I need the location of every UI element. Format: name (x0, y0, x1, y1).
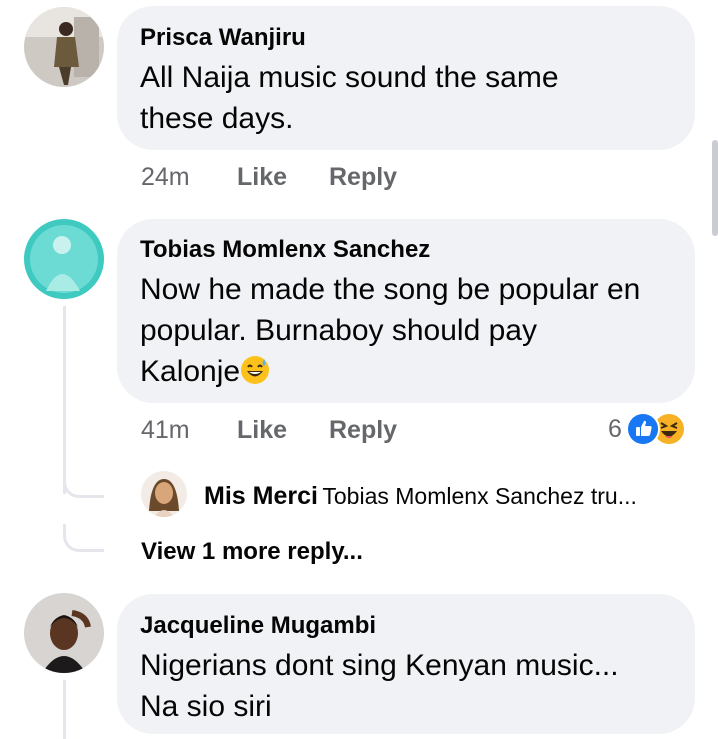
comment-text-line-with-emoji: Kalonje (140, 351, 270, 392)
comment-author[interactable]: Jacqueline Mugambi (140, 612, 376, 640)
like-reaction-icon (625, 412, 660, 446)
thread-connector (63, 524, 104, 552)
comment-text-segment: Kalonje (140, 355, 241, 388)
reaction-count: 6 (608, 414, 622, 443)
reply-button[interactable]: Reply (329, 416, 397, 445)
scrollbar[interactable] (712, 140, 718, 236)
reply-preview-text: Tobias Momlenx Sanchez tru... (322, 483, 637, 509)
avatar-mis-merci[interactable] (141, 471, 187, 517)
thread-line (63, 680, 66, 739)
comment-text-line: popular. Burnaboy should pay (140, 314, 537, 347)
like-button[interactable]: Like (237, 416, 287, 445)
reply-preview[interactable]: Mis Merci Tobias Momlenx Sanchez tru... (204, 482, 637, 511)
comment-timestamp[interactable]: 24m (141, 163, 190, 192)
avatar-prisca-wanjiru[interactable] (24, 7, 104, 87)
comment-text-line: Now he made the song be popular en (140, 273, 641, 306)
comment-timestamp[interactable]: 41m (141, 416, 190, 445)
reply-author: Mis Merci (204, 482, 318, 510)
comment-text-line: Nigerians dont sing Kenyan music... (140, 649, 619, 682)
thread-connector (63, 470, 104, 498)
comment-author[interactable]: Prisca Wanjiru (140, 24, 306, 52)
avatar-tobias-momlenx-sanchez[interactable] (24, 219, 104, 299)
grinning-sweat-emoji-icon (240, 355, 270, 385)
comment-author[interactable]: Tobias Momlenx Sanchez (140, 236, 430, 264)
thread-line (63, 306, 66, 494)
comment-text-line: Na sio siri (140, 690, 272, 723)
like-button[interactable]: Like (237, 163, 287, 192)
reaction-summary[interactable]: 6 (608, 412, 686, 446)
avatar-jacqueline-mugambi[interactable] (24, 593, 104, 673)
view-more-replies-link[interactable]: View 1 more reply... (141, 538, 363, 566)
comment-text-line: these days. (140, 102, 294, 135)
comments-feed: Prisca Wanjiru All Naija music sound the… (0, 0, 718, 739)
reply-button[interactable]: Reply (329, 163, 397, 192)
comment-text-line: All Naija music sound the same (140, 61, 559, 94)
